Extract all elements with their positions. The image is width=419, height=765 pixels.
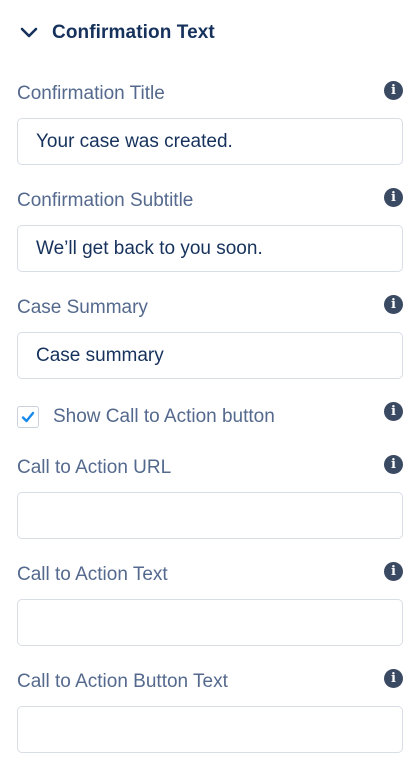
- info-icon[interactable]: i: [384, 295, 403, 314]
- show-cta-checkbox-row: Show Call to Action button i: [17, 402, 403, 432]
- cta-text-field: Call to Action Text i: [17, 562, 403, 646]
- info-icon[interactable]: i: [384, 402, 403, 421]
- confirmation-title-field: Confirmation Title i: [17, 81, 403, 165]
- confirmation-subtitle-field: Confirmation Subtitle i: [17, 188, 403, 272]
- show-cta-checkbox[interactable]: [17, 406, 39, 428]
- cta-text-label: Call to Action Text: [17, 564, 168, 585]
- info-icon[interactable]: i: [384, 455, 403, 474]
- check-icon: [21, 411, 35, 423]
- confirmation-title-label: Confirmation Title: [17, 83, 165, 104]
- section-toggle[interactable]: Confirmation Text: [18, 18, 215, 48]
- case-summary-input[interactable]: [17, 332, 403, 379]
- confirmation-subtitle-label: Confirmation Subtitle: [17, 190, 194, 211]
- case-summary-field: Case Summary i: [17, 295, 403, 379]
- cta-button-text-field: Call to Action Button Text i: [17, 669, 403, 753]
- info-icon[interactable]: i: [384, 562, 403, 581]
- cta-url-field: Call to Action URL i: [17, 455, 403, 539]
- cta-url-label: Call to Action URL: [17, 457, 172, 478]
- section-title: Confirmation Text: [52, 22, 215, 43]
- case-summary-label: Case Summary: [17, 297, 148, 318]
- chevron-down-icon[interactable]: [18, 22, 40, 44]
- info-icon[interactable]: i: [384, 188, 403, 207]
- show-cta-checkbox-label: Show Call to Action button: [53, 406, 275, 427]
- cta-url-input[interactable]: [17, 492, 403, 539]
- info-icon[interactable]: i: [384, 669, 403, 688]
- cta-text-input[interactable]: [17, 599, 403, 646]
- cta-button-text-input[interactable]: [17, 706, 403, 753]
- confirmation-title-input[interactable]: [17, 118, 403, 165]
- cta-button-text-label: Call to Action Button Text: [17, 671, 228, 692]
- confirmation-subtitle-input[interactable]: [17, 225, 403, 272]
- info-icon[interactable]: i: [384, 81, 403, 100]
